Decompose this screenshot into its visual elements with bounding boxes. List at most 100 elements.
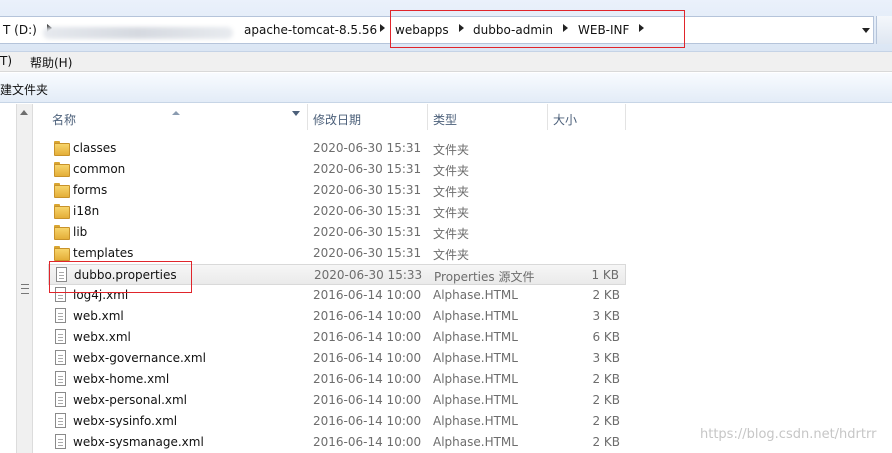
column-header-name-label: 名称 (52, 113, 77, 127)
file-name: forms (73, 183, 108, 197)
file-type: Alphase.HTML (433, 372, 518, 386)
file-row[interactable]: web.xml 2016-06-14 10:00 Alphase.HTML 3 KB (48, 306, 626, 327)
folder-icon (54, 246, 70, 261)
file-row[interactable]: classes 2020-06-30 15:31 文件夹 (48, 138, 626, 159)
scroll-up-icon[interactable] (20, 110, 28, 115)
file-name: webx-personal.xml (73, 393, 188, 407)
column-header-type-label: 类型 (433, 113, 458, 127)
file-date: 2016-06-14 10:00 (313, 288, 422, 302)
nav-scrollbar[interactable] (16, 104, 33, 453)
file-icon (55, 434, 66, 449)
file-row[interactable]: lib 2020-06-30 15:31 文件夹 (48, 222, 626, 243)
file-type: 文件夹 (433, 248, 470, 262)
file-name: webx-governance.xml (73, 351, 206, 365)
file-type: 文件夹 (433, 206, 470, 220)
file-row[interactable]: common 2020-06-30 15:31 文件夹 (48, 159, 626, 180)
folder-icon (54, 225, 70, 240)
file-type: Alphase.HTML (433, 393, 518, 407)
toolbar: 建文件夹 (0, 73, 892, 103)
file-date: 2020-06-30 15:31 (313, 141, 422, 155)
column-header-name[interactable]: 名称 (34, 104, 308, 130)
file-size: 3 KB (592, 351, 620, 365)
file-size: 1 KB (591, 268, 619, 282)
file-row[interactable]: webx-home.xml 2016-06-14 10:00 Alphase.HTM… (48, 369, 626, 390)
file-type: 文件夹 (433, 227, 470, 241)
file-icon (55, 308, 66, 323)
folder-icon (54, 183, 70, 198)
file-row[interactable]: webx-sysmanage.xml 2016-06-14 10:00 Alphas… (48, 432, 626, 453)
file-date: 2016-06-14 10:00 (313, 351, 422, 365)
annotation-box-path (390, 10, 685, 48)
file-name: i18n (73, 204, 100, 218)
column-header-date-label: 修改日期 (313, 113, 362, 127)
file-size: 2 KB (592, 435, 620, 449)
file-name: webx-sysmanage.xml (73, 435, 204, 449)
column-header-size-label: 大小 (553, 113, 578, 127)
file-date: 2016-06-14 10:00 (313, 435, 422, 449)
sort-ascending-icon (172, 111, 180, 115)
file-type: 文件夹 (433, 185, 470, 199)
file-name: templates (73, 246, 134, 260)
file-size: 2 KB (592, 288, 620, 302)
annotation-box-file (49, 261, 192, 293)
file-name: webx-sysinfo.xml (73, 414, 178, 428)
file-size: 2 KB (592, 414, 620, 428)
scroll-grip-icon[interactable] (21, 284, 29, 294)
file-name: classes (73, 141, 117, 155)
file-date: 2016-06-14 10:00 (313, 414, 422, 428)
file-icon (55, 371, 66, 386)
address-bar-area: T (D:) apache-tomcat-8.5.56 webapps dubb… (0, 0, 892, 52)
menu-bar: T) 帮助(H) (0, 52, 892, 72)
file-date: 2020-06-30 15:31 (313, 162, 422, 176)
file-type: Alphase.HTML (433, 288, 518, 302)
file-row[interactable]: forms 2020-06-30 15:31 文件夹 (48, 180, 626, 201)
blurred-path-segment (43, 27, 233, 39)
file-type: Alphase.HTML (433, 330, 518, 344)
crumb-drive[interactable]: T (D:) (3, 23, 37, 37)
watermark: https://blog.csdn.net/hdrtrr (700, 427, 877, 442)
file-row[interactable]: webx-sysinfo.xml 2016-06-14 10:00 Alphase.… (48, 411, 626, 432)
file-icon (55, 392, 66, 407)
file-date: 2016-06-14 10:00 (313, 330, 422, 344)
address-dropdown-icon[interactable] (862, 28, 870, 33)
column-header-date[interactable]: 修改日期 (308, 104, 428, 130)
file-size: 2 KB (592, 393, 620, 407)
file-type: 文件夹 (433, 164, 470, 178)
file-size: 2 KB (592, 372, 620, 386)
file-icon (55, 350, 66, 365)
file-type: Alphase.HTML (433, 351, 518, 365)
folder-icon (54, 204, 70, 219)
file-name: web.xml (73, 309, 124, 323)
file-name: common (73, 162, 126, 176)
navigation-pane[interactable] (0, 104, 16, 453)
menu-help[interactable]: 帮助(H) (30, 54, 72, 71)
file-type: 文件夹 (433, 143, 470, 157)
column-header-size[interactable]: 大小 (548, 104, 626, 130)
column-filter-dropdown-icon[interactable] (292, 111, 300, 116)
crumb-separator-icon[interactable] (380, 24, 385, 32)
file-type: Properties 源文件 (434, 270, 535, 284)
new-folder-button[interactable]: 建文件夹 (0, 81, 48, 98)
file-type: Alphase.HTML (433, 414, 518, 428)
file-date: 2020-06-30 15:31 (313, 204, 422, 218)
file-date: 2020-06-30 15:31 (313, 225, 422, 239)
file-row[interactable]: webx.xml 2016-06-14 10:00 Alphase.HTML 6 KB (48, 327, 626, 348)
file-date: 2020-06-30 15:31 (313, 183, 422, 197)
file-size: 3 KB (592, 309, 620, 323)
file-row[interactable]: webx-personal.xml 2016-06-14 10:00 Alphase… (48, 390, 626, 411)
crumb-tomcat[interactable]: apache-tomcat-8.5.56 (244, 23, 377, 37)
file-row[interactable]: i18n 2020-06-30 15:31 文件夹 (48, 201, 626, 222)
column-header-type[interactable]: 类型 (428, 104, 548, 130)
file-date: 2016-06-14 10:00 (313, 372, 422, 386)
refresh-button[interactable] (876, 16, 892, 44)
file-name: lib (73, 225, 88, 239)
file-type: Alphase.HTML (433, 309, 518, 323)
menu-tools[interactable]: T) (0, 54, 12, 68)
file-name: webx.xml (73, 330, 131, 344)
file-icon (55, 329, 66, 344)
file-type: Alphase.HTML (433, 435, 518, 449)
file-size: 6 KB (592, 330, 620, 344)
file-row[interactable]: webx-governance.xml 2016-06-14 10:00 Alpha… (48, 348, 626, 369)
file-date: 2016-06-14 10:00 (313, 309, 422, 323)
file-date: 2020-06-30 15:31 (313, 246, 422, 260)
